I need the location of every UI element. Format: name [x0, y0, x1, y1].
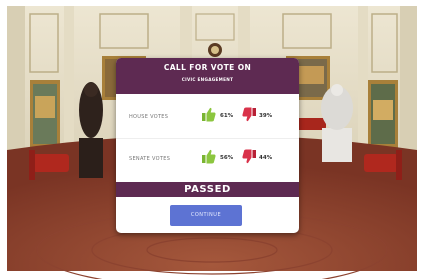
vote-result-dialog: CALL FOR VOTE ON CIVIC ENGAGEMENT HOUSE … — [116, 58, 299, 233]
senate-yes-percent: 56% — [220, 155, 234, 161]
dialog-header: CALL FOR VOTE ON CIVIC ENGAGEMENT — [116, 58, 299, 94]
continue-button[interactable]: CONTINUE — [170, 205, 242, 226]
result-banner: PASSED — [116, 182, 299, 197]
dialog-title: CALL FOR VOTE ON — [163, 63, 252, 72]
game-screen: CALL FOR VOTE ON CIVIC ENGAGEMENT HOUSE … — [0, 0, 423, 279]
thumbs-down-icon — [242, 149, 256, 164]
senate-no-percent: 44% — [259, 155, 273, 161]
thumbs-up-icon — [202, 107, 216, 122]
senate-votes-row: SENATE VOTES 56% 44% — [116, 140, 299, 178]
house-votes-row: HOUSE VOTES 61% 39% — [116, 98, 299, 136]
senate-votes-label: SENATE VOTES — [129, 156, 171, 162]
thumbs-down-icon — [242, 107, 256, 122]
thumbs-up-icon — [202, 149, 216, 164]
row-divider — [116, 138, 299, 139]
dialog-subtitle: CIVIC ENGAGEMENT — [181, 77, 234, 82]
house-yes-percent: 61% — [220, 113, 234, 119]
house-no-percent: 39% — [259, 113, 273, 119]
house-votes-label: HOUSE VOTES — [129, 114, 169, 120]
